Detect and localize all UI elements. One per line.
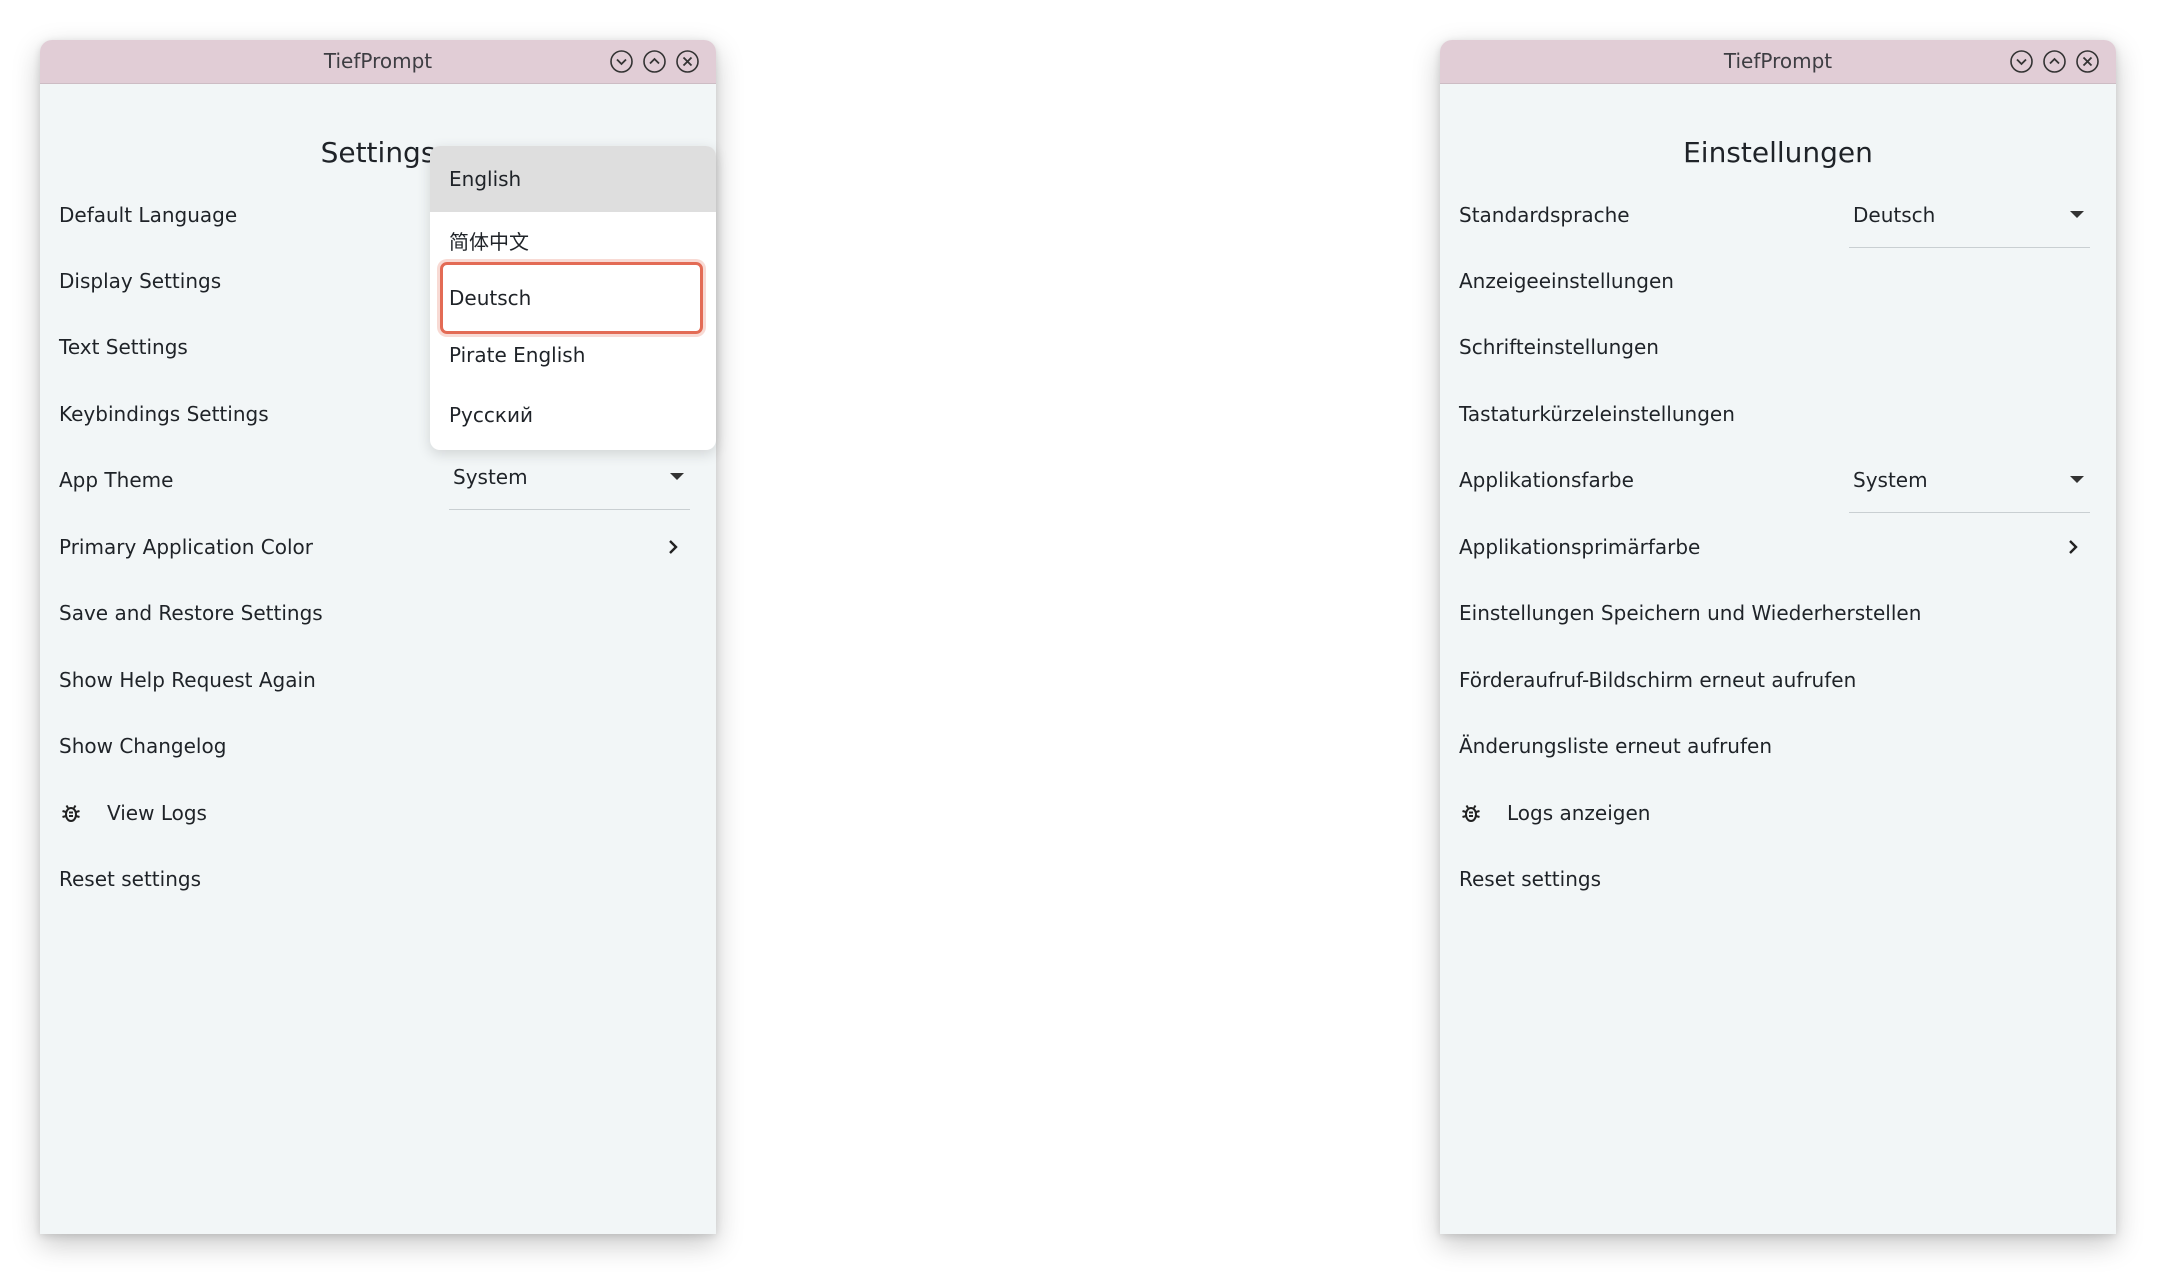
close-icon[interactable] <box>675 49 700 74</box>
setting-primary-color[interactable]: Applikationsprimärfarbe <box>1440 514 2116 580</box>
app-theme-value: System <box>453 464 528 489</box>
setting-show-help-request[interactable]: Show Help Request Again <box>40 647 716 713</box>
language-option-english[interactable]: English <box>430 146 716 212</box>
setting-show-changelog[interactable]: Show Changelog <box>40 713 716 779</box>
chevron-right-icon[interactable] <box>662 536 684 558</box>
setting-reset[interactable]: Reset settings <box>40 846 716 912</box>
setting-label: Keybindings Settings <box>59 402 269 426</box>
setting-label: Show Changelog <box>59 734 227 758</box>
language-dropdown-menu[interactable]: English 简体中文 Deutsch Pirate English Русс… <box>430 146 716 450</box>
dropdown-arrow-icon <box>2070 211 2084 218</box>
setting-show-help-request[interactable]: Förderaufruf-Bildschirm erneut aufrufen <box>1440 647 2116 713</box>
setting-label: Reset settings <box>1459 867 1601 891</box>
bug-icon <box>59 801 83 825</box>
setting-primary-color[interactable]: Primary Application Color <box>40 514 716 580</box>
app-theme-select[interactable]: System <box>1849 447 2090 513</box>
setting-label: Applikationsprimärfarbe <box>1459 535 1701 559</box>
bug-icon <box>1459 801 1483 825</box>
maximize-icon[interactable] <box>642 49 667 74</box>
title-bar[interactable]: TiefPrompt <box>40 40 716 84</box>
setting-label: Display Settings <box>59 269 222 293</box>
setting-save-restore[interactable]: Einstellungen Speichern und Wiederherste… <box>1440 580 2116 646</box>
setting-label: Förderaufruf-Bildschirm erneut aufrufen <box>1459 668 1857 692</box>
setting-label: Standardsprache <box>1459 203 1630 227</box>
settings-window-german: TiefPrompt Einstellungen Standardsprache… <box>1440 40 2116 1234</box>
dropdown-arrow-icon <box>670 473 684 480</box>
setting-label: Show Help Request Again <box>59 668 316 692</box>
setting-show-changelog[interactable]: Änderungsliste erneut aufrufen <box>1440 713 2116 779</box>
setting-label: View Logs <box>107 801 207 825</box>
setting-display-settings[interactable]: Anzeigeeinstellungen <box>1440 248 2116 314</box>
setting-reset[interactable]: Reset settings <box>1440 846 2116 912</box>
language-value: Deutsch <box>1853 202 1936 227</box>
app-theme-select[interactable]: System <box>449 444 690 510</box>
setting-label: Text Settings <box>59 335 188 359</box>
setting-label: Default Language <box>59 203 238 227</box>
language-option-russian[interactable]: Русский <box>430 386 716 443</box>
setting-label: Save and Restore Settings <box>59 601 323 625</box>
minimize-icon[interactable] <box>2009 49 2034 74</box>
setting-label: Änderungsliste erneut aufrufen <box>1459 734 1773 758</box>
setting-label: Einstellungen Speichern und Wiederherste… <box>1459 601 1922 625</box>
setting-label: Reset settings <box>59 867 201 891</box>
app-theme-value: System <box>1853 467 1928 492</box>
title-bar[interactable]: TiefPrompt <box>1440 40 2116 84</box>
setting-label: Anzeigeeinstellungen <box>1459 269 1674 293</box>
page-title: Einstellungen <box>1683 136 1873 169</box>
language-option-deutsch[interactable]: Deutsch <box>430 269 716 326</box>
setting-label: App Theme <box>59 468 174 492</box>
setting-label: Logs anzeigen <box>1507 801 1651 825</box>
setting-label: Tastaturkürzeleinstellungen <box>1459 402 1735 426</box>
minimize-icon[interactable] <box>609 49 634 74</box>
setting-keybindings[interactable]: Tastaturkürzeleinstellungen <box>1440 381 2116 447</box>
language-option-chinese[interactable]: 简体中文 <box>430 212 716 269</box>
setting-label: Applikationsfarbe <box>1459 468 1634 492</box>
close-icon[interactable] <box>2075 49 2100 74</box>
settings-window-english: TiefPrompt Settings Default Language Dis… <box>40 40 716 1234</box>
maximize-icon[interactable] <box>2042 49 2067 74</box>
setting-view-logs[interactable]: View Logs <box>40 780 716 846</box>
language-option-pirate-english[interactable]: Pirate English <box>430 326 716 383</box>
chevron-right-icon[interactable] <box>2062 536 2084 558</box>
setting-label: Schrifteinstellungen <box>1459 335 1659 359</box>
setting-view-logs[interactable]: Logs anzeigen <box>1440 780 2116 846</box>
setting-save-restore[interactable]: Save and Restore Settings <box>40 580 716 646</box>
language-select[interactable]: Deutsch <box>1849 182 2090 248</box>
dropdown-arrow-icon <box>2070 476 2084 483</box>
setting-label: Primary Application Color <box>59 535 313 559</box>
setting-text-settings[interactable]: Schrifteinstellungen <box>1440 314 2116 380</box>
